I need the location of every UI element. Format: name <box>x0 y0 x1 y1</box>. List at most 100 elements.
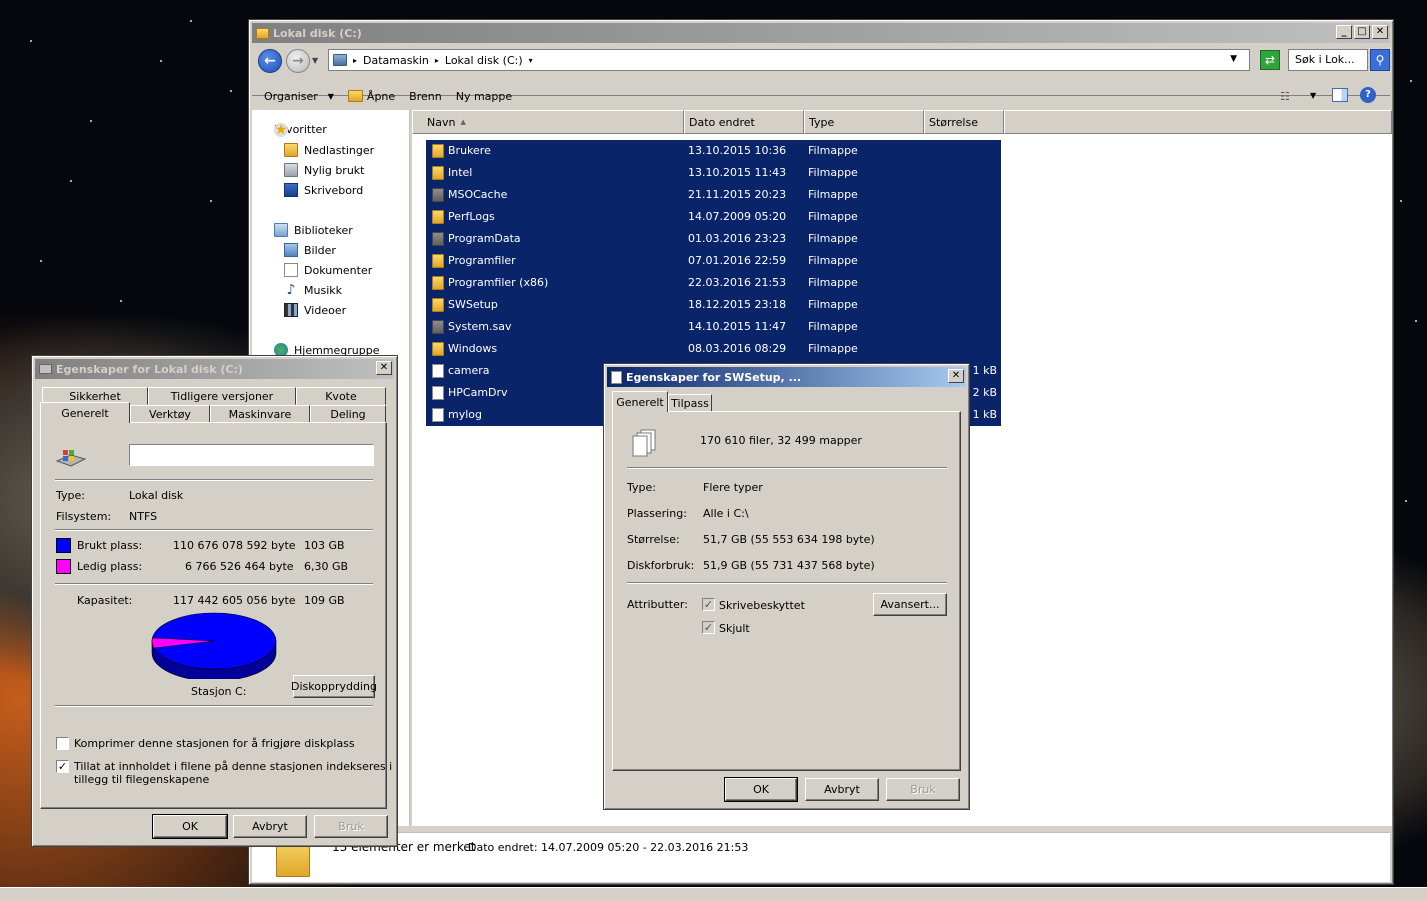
tab-hardware[interactable]: Maskinvare <box>210 405 310 423</box>
nav-videos[interactable]: Videoer <box>284 303 346 317</box>
windows-drive-icon <box>55 447 87 469</box>
tab-tools[interactable]: Verktøy <box>130 405 210 423</box>
column-type[interactable]: Type <box>804 110 924 134</box>
close-button[interactable]: ✕ <box>948 369 964 383</box>
view-options-icon[interactable]: ☷ <box>1280 90 1290 103</box>
organize-button[interactable]: Organiser ▼ <box>264 90 334 103</box>
drive-icon <box>256 27 269 39</box>
nav-recent[interactable]: Nylig brukt <box>284 163 365 177</box>
forward-button[interactable]: → <box>286 49 310 73</box>
breadcrumb-computer[interactable]: Datamaskin <box>363 54 429 67</box>
ok-button[interactable]: OK <box>724 777 798 802</box>
preview-pane-icon[interactable] <box>1332 88 1348 102</box>
table-row[interactable]: MSOCache 21.11.2015 20:23 Filmappe <box>426 184 1001 206</box>
folder-icon <box>432 166 444 180</box>
explorer-titlebar[interactable]: Lokal disk (C:) _ □ ✕ <box>252 23 1390 43</box>
search-input[interactable]: Søk i Lok... <box>1288 49 1368 71</box>
table-row[interactable]: Brukere 13.10.2015 10:36 Filmappe <box>426 140 1001 162</box>
column-size-label: Størrelse <box>929 115 978 129</box>
file-name: MSOCache <box>448 188 508 201</box>
column-date[interactable]: Dato endret <box>684 110 804 134</box>
breadcrumb-drive[interactable]: Lokal disk (C:) <box>445 54 523 67</box>
close-button[interactable]: ✕ <box>1372 25 1388 39</box>
nav-music[interactable]: ♪ Musikk <box>284 283 342 297</box>
size-label: Størrelse: <box>627 533 680 546</box>
folder-icon <box>432 232 444 246</box>
tab-quota[interactable]: Kvote <box>296 387 386 405</box>
tab-sharing[interactable]: Deling <box>310 405 386 423</box>
file-type: Filmappe <box>808 210 858 223</box>
help-icon[interactable]: ? <box>1360 87 1376 103</box>
index-checkbox[interactable]: ✓ <box>56 760 69 773</box>
nav-documents[interactable]: Dokumenter <box>284 263 372 277</box>
nav-downloads[interactable]: Nedlastinger <box>284 143 374 157</box>
disk-cleanup-button[interactable]: Diskopprydding <box>291 675 377 698</box>
open-label: Åpne <box>366 89 396 103</box>
file-name: camera <box>448 364 490 377</box>
table-row[interactable]: ProgramData 01.03.2016 23:23 Filmappe <box>426 228 1001 250</box>
breadcrumb-sep-icon: ▸ <box>434 55 439 65</box>
new-folder-button[interactable]: Ny mappe <box>456 90 512 103</box>
drive-name-input[interactable] <box>129 444 374 466</box>
star-dot <box>1405 500 1407 502</box>
tab-general[interactable]: Generelt <box>40 402 130 423</box>
address-dropdown-icon[interactable]: ▼ <box>1230 54 1237 64</box>
tab-customize[interactable]: Tilpass <box>668 394 712 412</box>
breadcrumb[interactable]: ▸ Datamaskin ▸ Lokal disk (C:) ▾ ▼ <box>328 49 1250 71</box>
organize-label: Organiser <box>264 89 318 103</box>
star-dot <box>190 20 192 22</box>
maximize-button[interactable]: □ <box>1354 25 1370 39</box>
file-name: mylog <box>448 408 482 421</box>
ok-button[interactable]: OK <box>152 814 228 839</box>
advanced-button[interactable]: Avansert... <box>873 593 947 616</box>
apply-button[interactable]: Bruk <box>314 815 388 838</box>
table-row[interactable]: Windows 08.03.2016 08:29 Filmappe <box>426 338 1001 360</box>
refresh-icon[interactable]: ⇄ <box>1260 50 1280 70</box>
apply-button[interactable]: Bruk <box>886 778 960 801</box>
file-name: SWSetup <box>448 298 498 311</box>
file-type: Filmappe <box>808 342 858 355</box>
used-color-swatch <box>56 538 71 553</box>
cancel-button[interactable]: Avbryt <box>805 778 879 801</box>
star-dot <box>230 90 232 92</box>
column-name[interactable]: Navn ▲ <box>412 110 684 134</box>
close-button[interactable]: ✕ <box>376 361 392 375</box>
nav-desktop[interactable]: Skrivebord <box>284 183 363 197</box>
search-icon[interactable]: ⚲ <box>1370 49 1390 71</box>
burn-button[interactable]: Brenn <box>409 90 442 103</box>
nav-libraries[interactable]: Biblioteker <box>274 223 353 237</box>
readonly-checkbox[interactable]: ✓ <box>702 598 715 611</box>
minimize-button[interactable]: _ <box>1336 25 1352 39</box>
hidden-label: Skjult <box>719 622 750 635</box>
disk-properties-dialog: Egenskaper for Lokal disk (C:) ✕ Sikkerh… <box>31 355 398 847</box>
nav-favorites[interactable]: ★ Favoritter <box>274 122 327 137</box>
recent-places-icon <box>284 163 298 177</box>
hidden-checkbox[interactable]: ✓ <box>702 621 715 634</box>
type-value: Flere typer <box>703 481 763 494</box>
file-name: Programfiler <box>448 254 516 267</box>
column-type-label: Type <box>809 115 835 129</box>
table-row[interactable]: Programfiler 07.01.2016 22:59 Filmappe <box>426 250 1001 272</box>
table-row[interactable]: SWSetup 18.12.2015 23:18 Filmappe <box>426 294 1001 316</box>
column-size[interactable]: Størrelse <box>924 110 1004 134</box>
recent-pages-chevron-icon[interactable]: ▼ <box>312 56 318 65</box>
star-dot <box>30 40 32 42</box>
used-gb: 103 GB <box>304 539 345 552</box>
type-label: Type: <box>627 481 656 494</box>
view-chevron-icon[interactable]: ▼ <box>1310 91 1316 100</box>
back-button[interactable]: ← <box>258 49 282 73</box>
compress-checkbox[interactable] <box>56 737 69 750</box>
table-row[interactable]: Programfiler (x86) 22.03.2016 21:53 Filmap… <box>426 272 1001 294</box>
nav-pictures[interactable]: Bilder <box>284 243 336 257</box>
disk-props-titlebar[interactable]: Egenskaper for Lokal disk (C:) ✕ <box>35 359 394 379</box>
table-row[interactable]: PerfLogs 14.07.2009 05:20 Filmappe <box>426 206 1001 228</box>
sw-props-titlebar[interactable]: Egenskaper for SWSetup, ... ✕ <box>607 367 966 387</box>
status-date-range: Dato endret: 14.07.2009 05:20 - 22.03.20… <box>468 841 749 854</box>
tab-general[interactable]: Generelt <box>612 391 668 412</box>
index-label: Tillat at innholdet i filene på denne st… <box>74 760 393 773</box>
table-row[interactable]: Intel 13.10.2015 11:43 Filmappe <box>426 162 1001 184</box>
cancel-button[interactable]: Avbryt <box>233 815 307 838</box>
table-row[interactable]: System.sav 14.10.2015 11:47 Filmappe <box>426 316 1001 338</box>
open-button[interactable]: Åpne <box>347 89 396 103</box>
tab-previous-versions[interactable]: Tidligere versjoner <box>148 387 296 405</box>
